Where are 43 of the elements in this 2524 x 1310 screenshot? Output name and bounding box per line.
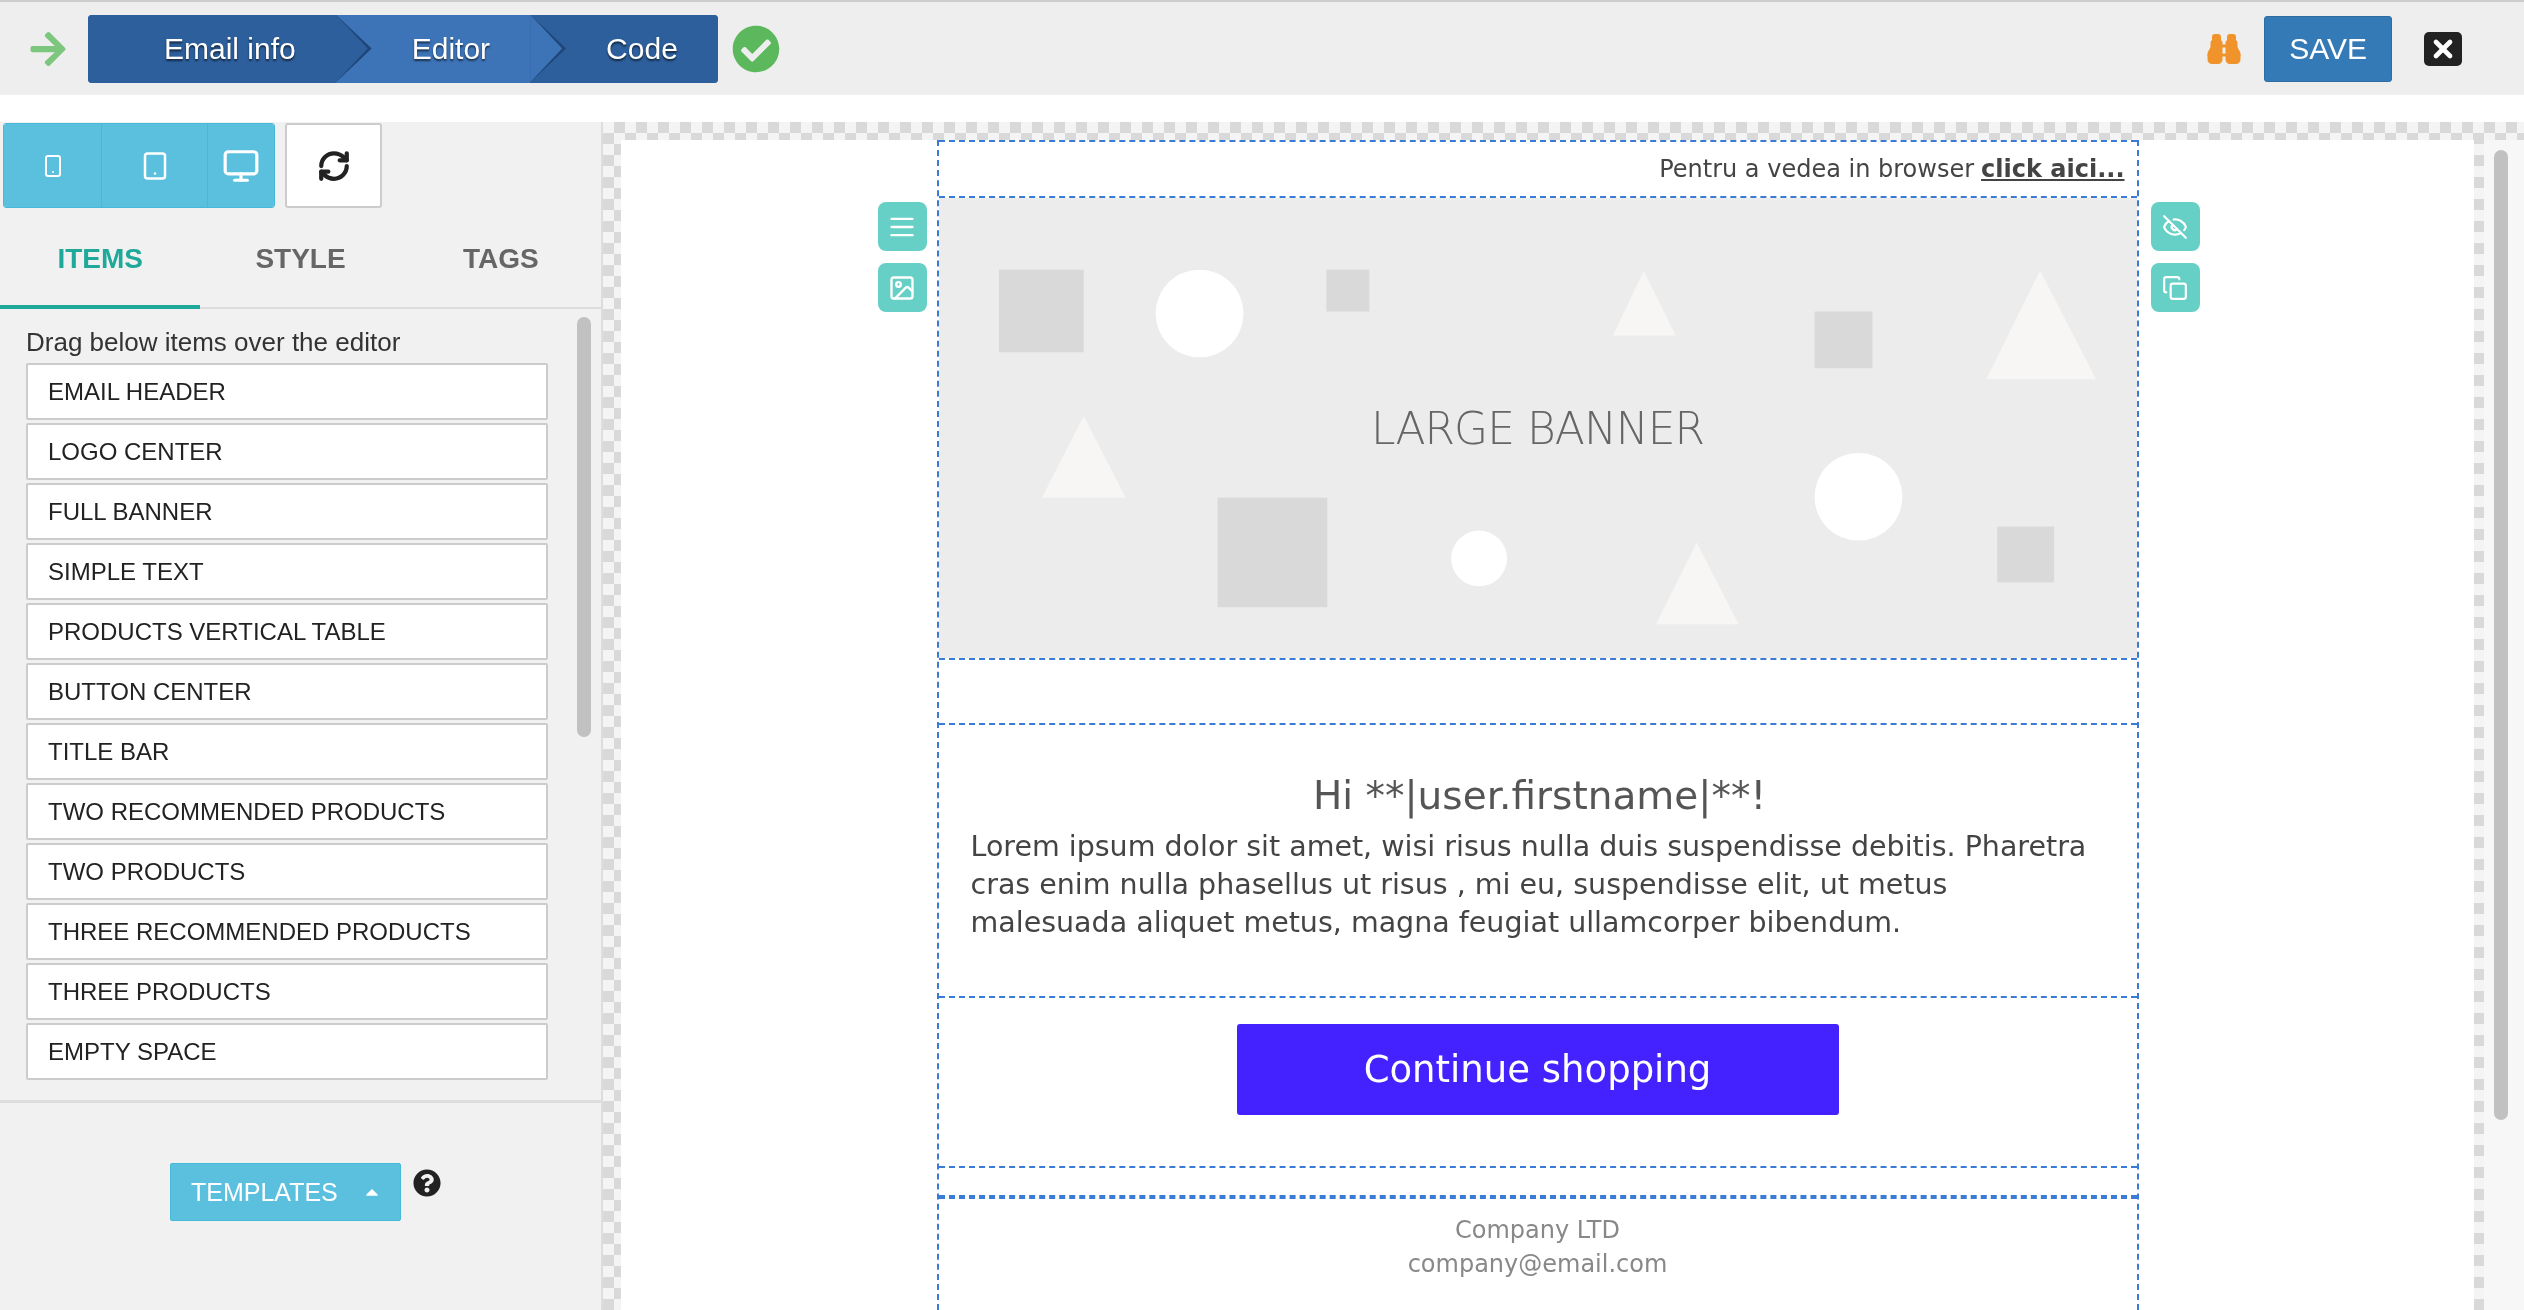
hide-button[interactable] [2150, 202, 2200, 251]
tablet-view-button[interactable] [102, 124, 208, 207]
copy-icon [2162, 274, 2188, 301]
duplicate-button[interactable] [2150, 263, 2200, 312]
panel-tab[interactable]: STYLE [200, 212, 401, 309]
image-button[interactable] [877, 263, 927, 312]
block-item[interactable]: THREE RECOMMENDED PRODUCTS [26, 903, 548, 960]
items-hint: Drag below items over the editor [26, 327, 402, 358]
wizard-step[interactable]: Editor [335, 14, 531, 83]
block-item[interactable]: TWO RECOMMENDED PRODUCTS [26, 783, 548, 840]
block-item[interactable]: PRODUCTS VERTICAL TABLE [26, 603, 548, 660]
scrollbar[interactable] [2494, 150, 2508, 1120]
panel-tab[interactable]: TAGS [400, 212, 601, 309]
continue-shopping-button[interactable]: Continue shopping [1236, 1024, 1839, 1115]
refresh-button[interactable] [285, 123, 382, 208]
refresh-icon [316, 148, 351, 183]
help-icon[interactable] [413, 1169, 441, 1197]
banner-title: LARGE BANNER [1370, 403, 1705, 454]
block-item[interactable]: TITLE BAR [26, 723, 548, 780]
footer-text: company@email.com [1407, 1249, 1668, 1280]
block-item[interactable]: EMAIL HEADER [26, 363, 548, 420]
browser-link[interactable]: click aici... [1981, 155, 2125, 183]
block-item[interactable]: LOGO CENTER [26, 423, 548, 480]
desktop-view-button[interactable] [208, 124, 274, 207]
block-item[interactable]: BUTTON CENTER [26, 663, 548, 720]
menu-button[interactable] [877, 202, 927, 251]
close-button[interactable] [2424, 31, 2462, 66]
mobile-view-button[interactable] [4, 124, 102, 207]
block-item[interactable]: EMPTY SPACE [26, 1023, 548, 1080]
preheader-text: Pentru a vedea in browser [1659, 155, 1975, 183]
check-icon [731, 24, 780, 73]
scrollbar[interactable] [577, 317, 591, 737]
image-icon [888, 273, 916, 302]
block-item[interactable]: FULL BANNER [26, 483, 548, 540]
greeting-heading: Hi **|user.firstname|**! [1312, 773, 1767, 818]
block-item[interactable]: THREE PRODUCTS [26, 963, 548, 1020]
footer-text: Company LTD [1455, 1215, 1620, 1246]
body-paragraph: Lorem ipsum dolor sit amet, wisi risus nulla duis suspendisse debitis. Pharetra cras enim nulla phasellus ut risus , mi eu, suspendisse elit, ut metus malesuada aliquet metus, magna feugiat ullamcorper bibendum. [970, 829, 2088, 941]
save-button[interactable]: SAVE [2264, 15, 2392, 82]
wizard-step[interactable]: Code [530, 14, 718, 83]
eye-off-icon [2162, 213, 2188, 240]
block-item[interactable]: SIMPLE TEXT [26, 543, 548, 600]
block-item[interactable]: TWO PRODUCTS [26, 843, 548, 900]
